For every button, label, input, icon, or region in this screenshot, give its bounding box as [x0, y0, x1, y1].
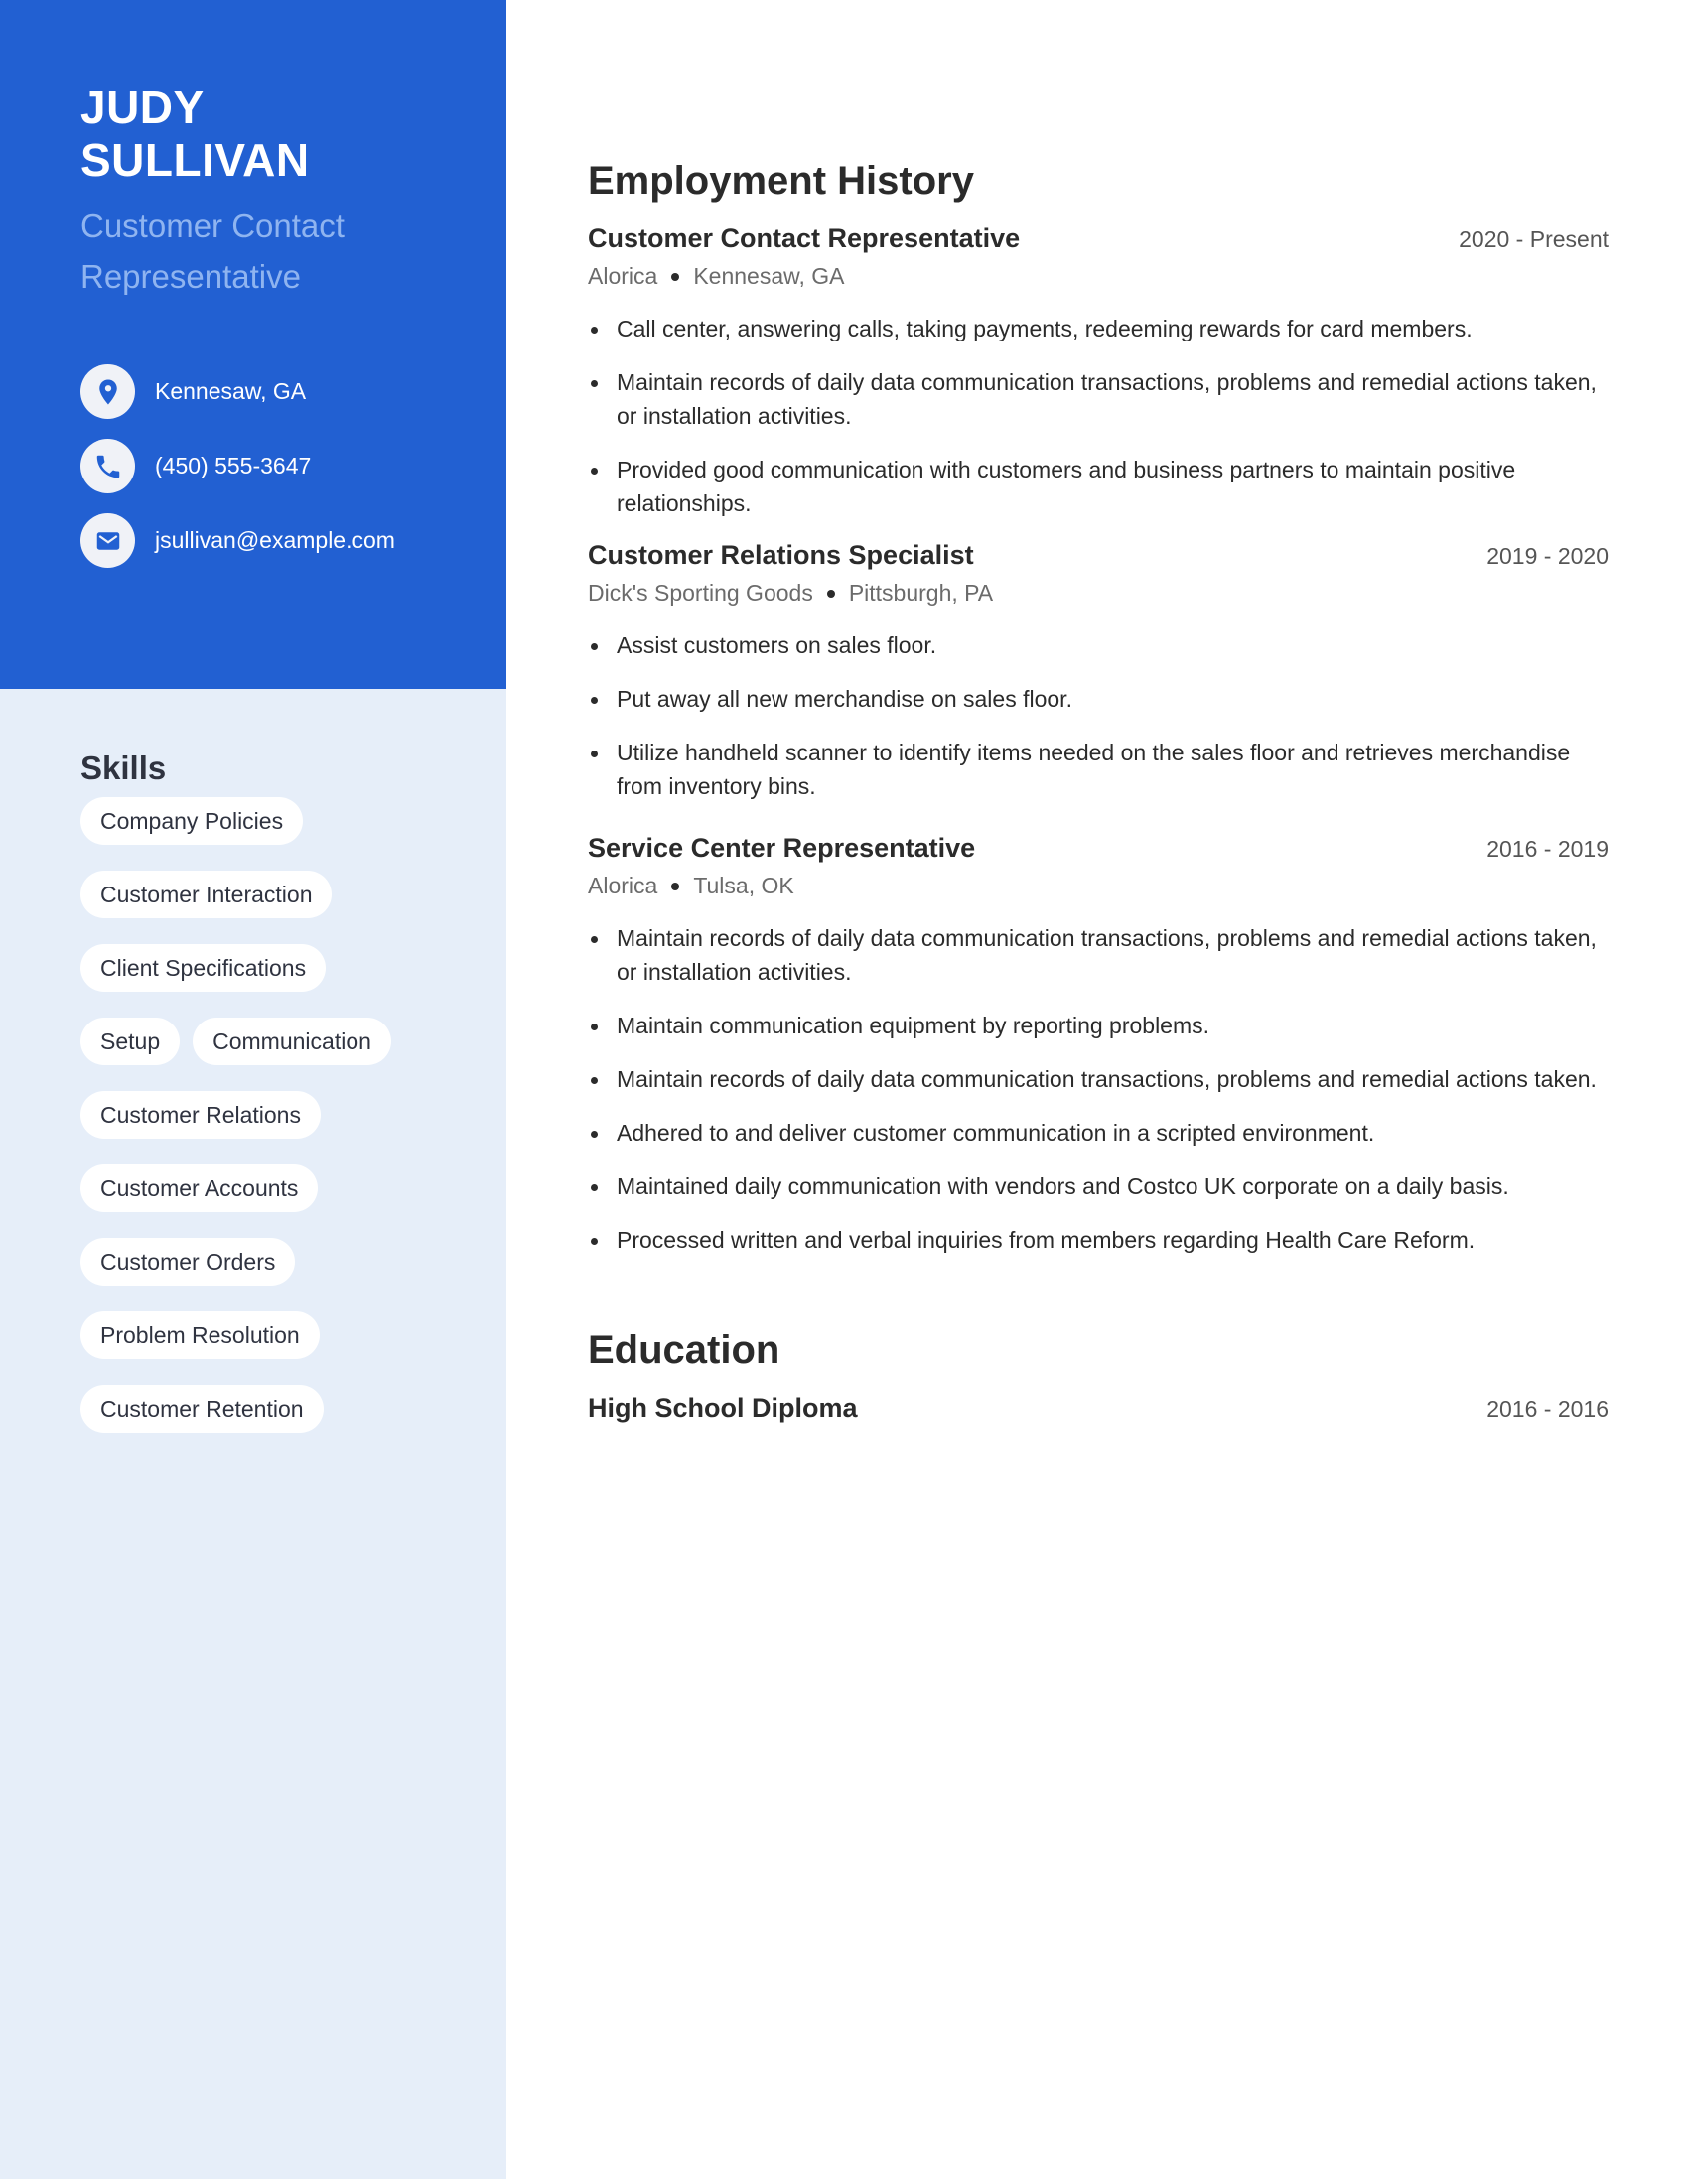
- bullet-item: Maintained daily communication with vend…: [588, 1169, 1609, 1203]
- skill-chip: Customer Interaction: [80, 871, 333, 918]
- job-dates: 2020 - Present: [1459, 226, 1609, 252]
- job-meta: Alorica Tulsa, OK: [588, 873, 1609, 899]
- skills-section: Skills Company Policies Customer Interac…: [80, 750, 478, 1433]
- job-location: Pittsburgh, PA: [848, 580, 994, 606]
- bullet-item: Maintain records of daily data communica…: [588, 921, 1609, 989]
- map-pin-icon: [80, 364, 135, 419]
- bullet-item: Assist customers on sales floor.: [588, 628, 1609, 662]
- company-name: Dick's Sporting Goods: [588, 580, 813, 606]
- skills-list: Company Policies Customer Interaction Cl…: [80, 797, 478, 1433]
- job-entry: Customer Contact Representative 2020 - P…: [588, 223, 1609, 520]
- job-meta: Alorica Kennesaw, GA: [588, 263, 1609, 290]
- education-section: Education High School Diploma 2016 - 201…: [588, 1328, 1609, 1424]
- bullet-item: Maintain records of daily data communica…: [588, 1062, 1609, 1096]
- job-meta: Dick's Sporting Goods Pittsburgh, PA: [588, 580, 1609, 607]
- skill-chip: Communication: [193, 1018, 391, 1065]
- contact-email: jsullivan@example.com: [80, 513, 395, 568]
- skills-heading: Skills: [80, 750, 167, 786]
- employment-section: Employment History Customer Contact Repr…: [588, 159, 1609, 1257]
- job-title: Service Center Representative: [588, 833, 976, 863]
- skill-chip: Customer Relations: [80, 1091, 321, 1139]
- job-bullets: Maintain records of daily data communica…: [588, 921, 1609, 1257]
- job-dates: 2016 - 2019: [1486, 836, 1609, 862]
- education-dates: 2016 - 2016: [1486, 1396, 1609, 1422]
- skill-chip: Setup: [80, 1018, 181, 1065]
- education-entry: High School Diploma 2016 - 2016: [588, 1393, 1609, 1424]
- skill-chip: Customer Orders: [80, 1238, 296, 1286]
- contact-location: Kennesaw, GA: [80, 364, 395, 419]
- separator-dot: [671, 272, 680, 281]
- employment-heading: Employment History: [588, 159, 974, 203]
- company-name: Alorica: [588, 873, 658, 898]
- bullet-item: Call center, answering calls, taking pay…: [588, 312, 1609, 345]
- separator-dot: [826, 589, 835, 598]
- bullet-item: Maintain records of daily data communica…: [588, 365, 1609, 433]
- job-entry: Customer Relations Specialist 2019 - 202…: [588, 540, 1609, 803]
- bullet-item: Maintain communication equipment by repo…: [588, 1009, 1609, 1042]
- degree-title: High School Diploma: [588, 1393, 858, 1423]
- skill-chip: Customer Retention: [80, 1385, 324, 1433]
- last-name: SULLIVAN: [80, 134, 310, 186]
- email-link[interactable]: jsullivan@example.com: [155, 527, 395, 554]
- candidate-name: JUDY SULLIVAN: [80, 81, 506, 187]
- job-dates: 2019 - 2020: [1486, 543, 1609, 569]
- bullet-item: Utilize handheld scanner to identify ite…: [588, 736, 1609, 803]
- job-location: Tulsa, OK: [693, 873, 794, 898]
- job-entry: Service Center Representative 2016 - 201…: [588, 833, 1609, 1257]
- skill-chip: Company Policies: [80, 797, 304, 845]
- job-title: Customer Relations Specialist: [588, 540, 974, 570]
- sidebar: JUDY SULLIVAN Customer Contact Represent…: [0, 0, 506, 2179]
- bullet-item: Adhered to and deliver customer communic…: [588, 1116, 1609, 1150]
- contact-phone: (450) 555-3647: [80, 439, 395, 493]
- skill-chip: Client Specifications: [80, 944, 327, 992]
- location-text: Kennesaw, GA: [155, 378, 307, 404]
- bullet-item: Processed written and verbal inquiries f…: [588, 1223, 1609, 1257]
- first-name: JUDY: [80, 81, 205, 133]
- skill-chip: Customer Accounts: [80, 1164, 319, 1212]
- job-title: Customer Contact Representative: [588, 223, 1021, 253]
- job-location: Kennesaw, GA: [693, 263, 845, 289]
- job-bullets: Assist customers on sales floor. Put awa…: [588, 628, 1609, 803]
- separator-dot: [671, 882, 680, 890]
- job-bullets: Call center, answering calls, taking pay…: [588, 312, 1609, 520]
- education-heading: Education: [588, 1328, 780, 1372]
- phone-icon: [80, 439, 135, 493]
- bullet-item: Put away all new merchandise on sales fl…: [588, 682, 1609, 716]
- bullet-item: Provided good communication with custome…: [588, 453, 1609, 520]
- company-name: Alorica: [588, 263, 658, 289]
- contact-list: Kennesaw, GA (450) 555-3647 jsullivan@ex…: [80, 364, 395, 588]
- phone-link[interactable]: (450) 555-3647: [155, 453, 311, 479]
- job-headline: Customer Contact Representative: [80, 207, 345, 295]
- skill-chip: Problem Resolution: [80, 1311, 320, 1359]
- envelope-icon: [80, 513, 135, 568]
- main-content: Employment History Customer Contact Repr…: [588, 159, 1609, 1424]
